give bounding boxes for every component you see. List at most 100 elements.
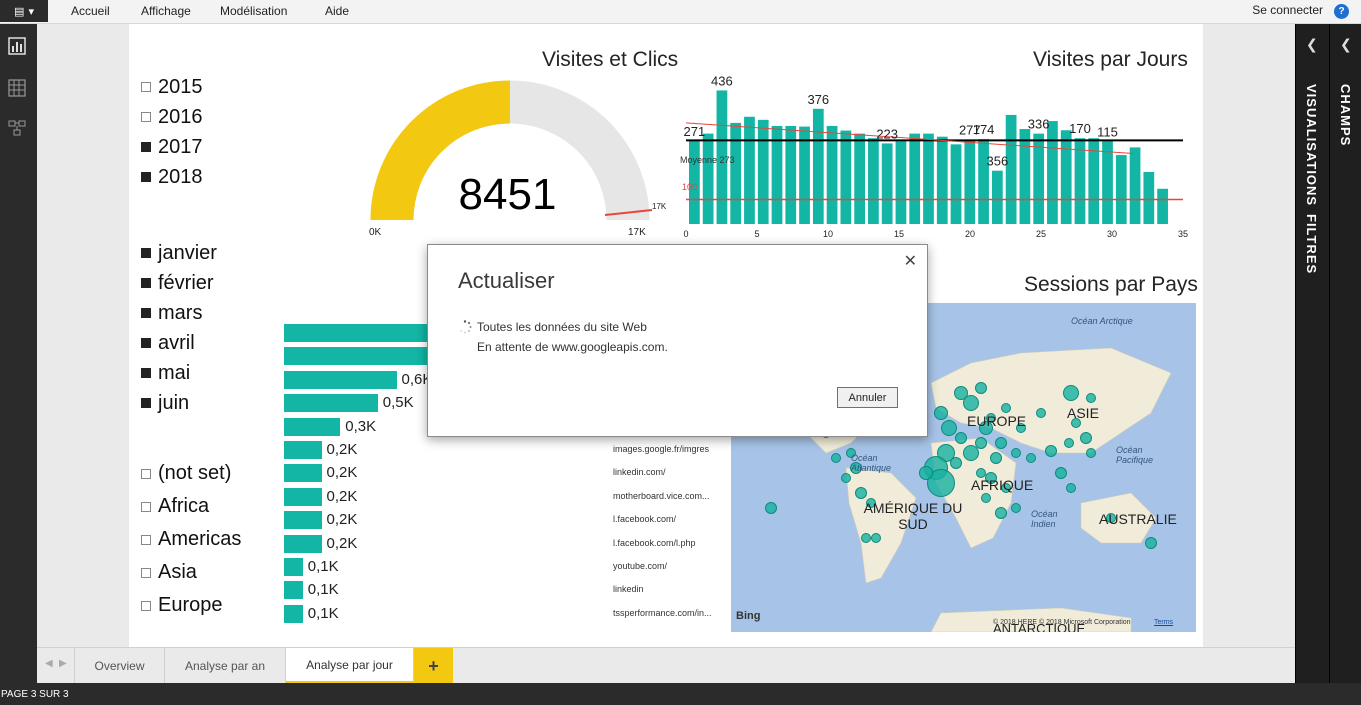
session-bubble[interactable] (1064, 438, 1074, 448)
menu-affichage[interactable]: Affichage (141, 4, 191, 18)
cancel-button[interactable]: Annuler (837, 387, 898, 408)
slicer-item-2015[interactable]: 2015 (141, 72, 203, 102)
tab-analyse-par-an[interactable]: Analyse par an (165, 648, 286, 684)
session-bubble[interactable] (955, 432, 967, 444)
session-bubble[interactable] (831, 453, 841, 463)
session-bubble[interactable] (934, 406, 948, 420)
referrer-bar[interactable] (284, 464, 322, 483)
visualisations-pane[interactable]: ❮ VISUALISATIONS FILTRES (1295, 24, 1329, 683)
slicer-item-asia[interactable]: Asia (141, 556, 241, 589)
slicer-item-americas[interactable]: Americas (141, 523, 241, 556)
slicer-item-2018[interactable]: 2018 (141, 162, 203, 192)
slicer-item-juin[interactable]: juin (141, 388, 217, 418)
help-icon[interactable]: ? (1334, 4, 1349, 19)
session-bubble[interactable] (841, 473, 851, 483)
menu-modelisation[interactable]: Modélisation (220, 4, 287, 18)
daily-visits-chart[interactable]: 0 5 10 15 20 25 30 35271436376223 277174356336 17… (678, 72, 1198, 244)
report-view-icon[interactable] (7, 36, 27, 56)
session-bubble[interactable] (954, 386, 968, 400)
tab-overview[interactable]: Overview (74, 648, 165, 684)
session-bubble[interactable] (861, 533, 871, 543)
checkbox-icon[interactable] (141, 368, 151, 378)
slicer-item-not-set[interactable]: (not set) (141, 457, 241, 490)
checkbox-icon[interactable] (141, 142, 151, 152)
slicer-item-2017[interactable]: 2017 (141, 132, 203, 162)
session-bubble[interactable] (1045, 445, 1057, 457)
slicer-item-europe[interactable]: Europe (141, 589, 241, 622)
session-bubble[interactable] (1011, 448, 1021, 458)
checkbox-icon[interactable] (141, 112, 151, 122)
session-bubble[interactable] (1036, 408, 1046, 418)
slicer-item-mai[interactable]: mai (141, 358, 217, 388)
session-bubble[interactable] (871, 533, 881, 543)
checkbox-icon[interactable] (141, 278, 151, 288)
referrer-bar[interactable] (284, 604, 303, 623)
checkbox-icon[interactable] (141, 172, 151, 182)
session-bubble[interactable] (1080, 432, 1092, 444)
session-bubble[interactable] (1063, 385, 1079, 401)
slicer-item-fevrier[interactable]: février (141, 268, 217, 298)
session-bubble[interactable] (765, 502, 777, 514)
tab-analyse-par-jour[interactable]: Analyse par jour (286, 648, 414, 684)
close-icon[interactable]: ✕ (904, 251, 917, 271)
tab-next-icon[interactable]: ▶ (59, 658, 67, 669)
referrer-bar[interactable] (284, 487, 322, 506)
session-bubble[interactable] (975, 382, 987, 394)
session-bubble[interactable] (1066, 483, 1076, 493)
signin-link[interactable]: Se connecter (1252, 3, 1323, 17)
relationships-view-icon[interactable] (7, 118, 27, 138)
visualisations-label[interactable]: VISUALISATIONS (1304, 84, 1319, 206)
slicer-item-2016[interactable]: 2016 (141, 102, 203, 132)
referrer-bar[interactable] (284, 394, 378, 413)
session-bubble[interactable] (995, 507, 1007, 519)
checkbox-icon[interactable] (141, 567, 151, 578)
checkbox-icon[interactable] (141, 468, 151, 479)
checkbox-icon[interactable] (141, 338, 151, 348)
chevron-left-icon[interactable]: ❮ (1340, 36, 1352, 53)
session-bubble[interactable] (975, 437, 987, 449)
file-menu-button[interactable]: ▤ ▾ (0, 0, 48, 22)
session-bubble[interactable] (941, 420, 957, 436)
slicer-item-africa[interactable]: Africa (141, 490, 241, 523)
checkbox-icon[interactable] (141, 398, 151, 408)
session-bubble[interactable] (1026, 453, 1036, 463)
session-bubble[interactable] (1086, 393, 1096, 403)
session-bubble[interactable] (855, 487, 867, 499)
map-terms-link[interactable]: Terms (1154, 619, 1173, 626)
session-bubble[interactable] (1001, 403, 1011, 413)
chevron-left-icon[interactable]: ❮ (1306, 36, 1318, 53)
checkbox-icon[interactable] (141, 501, 151, 512)
session-bubble[interactable] (995, 437, 1007, 449)
filtres-label[interactable]: FILTRES (1304, 214, 1319, 274)
tab-prev-icon[interactable]: ◀ (45, 658, 53, 669)
menu-aide[interactable]: Aide (325, 4, 349, 18)
referrer-bar[interactable] (284, 441, 322, 459)
referrer-bar[interactable] (284, 534, 322, 553)
champs-pane[interactable]: ❮ CHAMPS (1329, 24, 1361, 683)
session-bubble[interactable] (919, 466, 933, 480)
referrer-bar[interactable] (284, 417, 341, 436)
slicer-item-mars[interactable]: mars (141, 298, 217, 328)
referrer-bar[interactable] (284, 511, 322, 530)
menu-accueil[interactable]: Accueil (71, 4, 110, 18)
session-bubble[interactable] (1086, 448, 1096, 458)
data-view-icon[interactable] (7, 78, 27, 98)
referrer-bar[interactable] (284, 558, 303, 576)
checkbox-icon[interactable] (141, 308, 151, 318)
slicer-item-avril[interactable]: avril (141, 328, 217, 358)
slicer-item-janvier[interactable]: janvier (141, 238, 217, 268)
champs-label[interactable]: CHAMPS (1338, 84, 1353, 146)
session-bubble[interactable] (1055, 467, 1067, 479)
checkbox-icon[interactable] (141, 248, 151, 258)
session-bubble[interactable] (981, 493, 991, 503)
checkbox-icon[interactable] (141, 534, 151, 545)
add-page-button[interactable]: + (414, 648, 453, 684)
checkbox-icon[interactable] (141, 600, 151, 611)
checkbox-icon[interactable] (141, 82, 151, 92)
session-bubble[interactable] (1011, 503, 1021, 513)
session-bubble[interactable] (990, 452, 1002, 464)
referrer-bar[interactable] (284, 581, 303, 600)
session-bubble[interactable] (950, 457, 962, 469)
referrer-bar[interactable] (284, 370, 397, 389)
session-bubble[interactable] (1145, 537, 1157, 549)
